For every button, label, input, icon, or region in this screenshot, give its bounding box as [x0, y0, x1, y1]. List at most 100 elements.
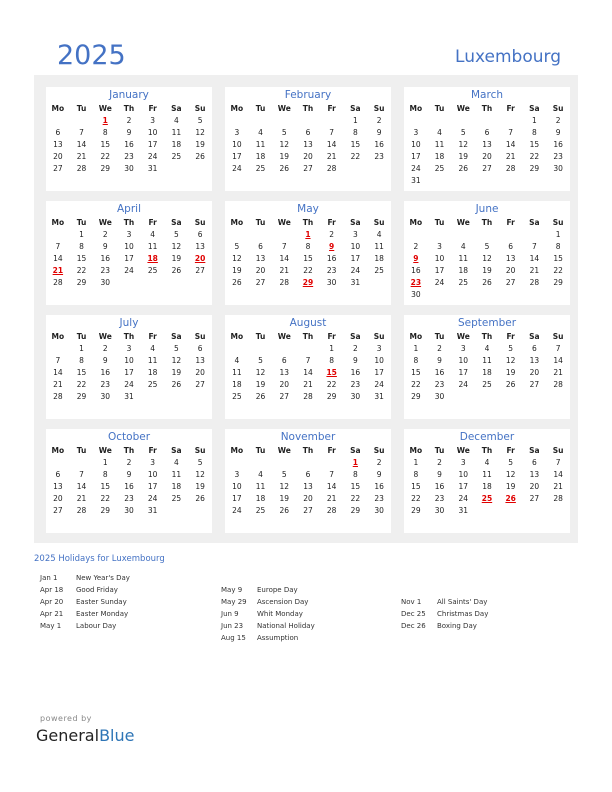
- day-cell: 2: [102, 229, 108, 239]
- weekday-header: Mo: [409, 103, 423, 113]
- day-cell: 8: [305, 241, 311, 251]
- day-cell: 5: [197, 115, 203, 125]
- weekday-header: Th: [481, 103, 493, 113]
- day-cell: 6: [531, 343, 537, 353]
- empty-cell: [296, 342, 320, 354]
- empty-cell: [451, 114, 475, 126]
- day-cell: 29: [100, 163, 111, 173]
- holiday-name: New Year's Day: [76, 574, 130, 582]
- day-cell: 31: [411, 175, 421, 185]
- day-cell: 5: [484, 241, 490, 251]
- empty-cell: [428, 228, 452, 240]
- month-name: September: [457, 317, 517, 329]
- day-cell: 15: [76, 367, 87, 377]
- empty-cell: [225, 342, 249, 354]
- day-cell: 12: [171, 355, 182, 365]
- day-cell: 22: [350, 151, 361, 161]
- holiday-item: May 1 Labour Day: [40, 622, 130, 634]
- day-cell: 19: [505, 481, 516, 491]
- month-may: May Mo Tu We Th Fr Sa Su 1 2 3 4 5 6 7 8 9 10 11 12 13 14 15 16…: [225, 201, 391, 305]
- day-cell: 12: [279, 139, 290, 149]
- day-cell: 27: [529, 379, 540, 389]
- day-cell: 8: [102, 127, 108, 137]
- day-cell: 3: [352, 229, 358, 239]
- country-title: Luxembourg: [455, 47, 561, 67]
- day-cell: 27: [53, 505, 63, 515]
- holiday-item: [221, 574, 315, 586]
- day-cell: 27: [529, 493, 540, 503]
- day-cell: 6: [305, 127, 311, 137]
- day-cell: 13: [195, 241, 205, 251]
- weekday-header: Fr: [506, 331, 515, 341]
- month-december: December Mo Tu We Th Fr Sa Su 1 2 3 4 5 6 7 8 9 10 11 12 13 1…: [404, 429, 570, 533]
- weekday-header: Fr: [148, 331, 157, 341]
- day-cell: 29: [76, 391, 87, 401]
- day-cell: 25: [147, 265, 158, 275]
- day-cell: 21: [529, 265, 540, 275]
- holiday-date: Apr 21: [40, 610, 64, 618]
- day-cell: 11: [255, 139, 266, 149]
- day-cell: 28: [279, 277, 290, 287]
- day-cell: 8: [413, 469, 419, 479]
- weekday-header: Fr: [148, 217, 157, 227]
- day-cell: 5: [173, 229, 179, 239]
- day-cell: 6: [258, 241, 263, 251]
- holiday-name: Good Friday: [76, 586, 118, 594]
- day-cell: 14: [505, 139, 516, 149]
- holiday-name: Assumption: [257, 634, 299, 642]
- day-cell: 1: [79, 229, 84, 239]
- holiday-date: [401, 574, 437, 586]
- day-cell: 4: [460, 241, 466, 251]
- holiday-item: Dec 25 Christmas Day: [401, 610, 488, 622]
- day-cell: 16: [374, 481, 384, 491]
- day-cell: 2: [329, 229, 335, 239]
- day-cell: 16: [434, 367, 445, 377]
- weekday-header: Tu: [255, 103, 266, 113]
- day-cell: 6: [197, 343, 203, 353]
- day-cell: 2: [437, 343, 442, 353]
- day-cell: 6: [531, 457, 537, 467]
- holiday-day: 1: [305, 229, 311, 239]
- day-cell: 8: [413, 355, 419, 365]
- day-cell: 3: [234, 127, 240, 137]
- day-cell: 19: [195, 481, 205, 491]
- weekday-header: Tu: [76, 103, 87, 113]
- day-cell: 1: [329, 343, 335, 353]
- day-cell: 24: [434, 277, 445, 287]
- day-cell: 18: [255, 151, 266, 161]
- day-cell: 21: [53, 379, 63, 389]
- empty-cell: [46, 456, 70, 468]
- weekday-header: Su: [552, 103, 564, 113]
- weekday-header: We: [277, 217, 291, 227]
- day-cell: 29: [411, 391, 421, 401]
- holiday-day: 15: [326, 367, 337, 377]
- day-cell: 18: [232, 379, 242, 389]
- day-cell: 13: [529, 355, 540, 365]
- day-cell: 2: [126, 457, 132, 467]
- day-cell: 15: [350, 139, 361, 149]
- day-cell: 26: [171, 379, 182, 389]
- day-cell: 1: [555, 229, 561, 239]
- day-cell: 19: [279, 151, 290, 161]
- day-cell: 4: [173, 115, 179, 125]
- day-cell: 28: [505, 163, 516, 173]
- day-cell: 5: [173, 343, 179, 353]
- day-cell: 16: [124, 481, 134, 491]
- day-cell: 28: [53, 391, 63, 401]
- empty-cell: [451, 228, 475, 240]
- day-cell: 28: [53, 277, 63, 287]
- day-cell: 21: [76, 151, 87, 161]
- day-cell: 14: [76, 481, 87, 491]
- month-table: Mo Tu We Th Fr Sa Su 1 2 3 4 5 6 7 8 9 10 11 12 13 14 15 16 17 1…: [46, 102, 212, 174]
- day-cell: 22: [100, 151, 111, 161]
- empty-cell: [249, 342, 273, 354]
- day-cell: 16: [434, 481, 445, 491]
- day-cell: 13: [53, 481, 63, 491]
- day-cell: 27: [505, 277, 516, 287]
- month-name: March: [470, 89, 503, 101]
- day-cell: 16: [124, 139, 134, 149]
- day-cell: 14: [553, 355, 563, 365]
- months-grid: January Mo Tu We Th Fr Sa Su 1 2 3 4 5 6 7 8 9 10 11 12 13 14…: [34, 75, 578, 543]
- month-table: Mo Tu We Th Fr Sa Su 1 2 3 4 5 6 7 8 9 10 11 12 13 14 15 16 17 1…: [46, 330, 212, 402]
- day-cell: 23: [434, 379, 445, 389]
